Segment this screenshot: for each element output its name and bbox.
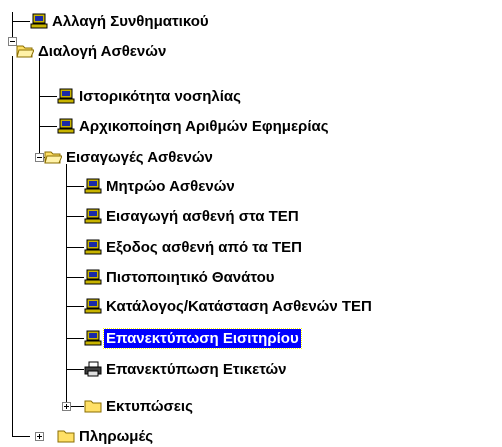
tree-line [66,369,84,370]
collapse-toggle[interactable] [35,153,44,162]
computer-icon [57,118,75,134]
tree-item-patient-entries[interactable]: Εισαγωγές Ασθενών [44,146,215,168]
computer-icon [84,178,102,194]
tree-item-label: Κατάλογος/Κατάσταση Ασθενών ΤΕΠ [106,297,372,315]
tree-line [39,96,57,97]
tree-item-label-selected: Επανεκτύπωση Εισιτηρίου [103,327,302,349]
folder-icon [57,430,75,443]
tree-line [12,56,13,436]
tree-line [39,58,40,158]
tree-item-label: Εισαγωγή ασθενή στα ΤΕΠ [106,207,299,225]
tree-item-label: Εξοδος ασθενή από τα ΤΕΠ [106,238,302,256]
computer-icon [57,88,75,104]
tree-item-patient-entry-tep[interactable]: Εισαγωγή ασθενή στα ΤΕΠ [84,205,301,227]
tree-item-label: Εκτυπώσεις [106,397,193,415]
tree-item-payments[interactable]: Πληρωμές [57,425,155,447]
expand-toggle[interactable] [62,402,71,411]
open-folder-icon [44,151,62,164]
tree-item-label: Μητρώο Ασθενών [106,177,235,195]
computer-icon [84,239,102,255]
tree-item-patient-dialog[interactable]: Διαλογή Ασθενών [16,40,168,62]
computer-icon [84,269,102,285]
tree-line [39,126,57,127]
folder-icon [84,400,102,413]
tree-line [12,436,30,437]
tree-item-label: Αλλαγή Συνθηματικού [52,12,209,30]
printer-icon [84,361,102,377]
tree-item-printouts[interactable]: Εκτυπώσεις [84,395,195,417]
tree-item-death-certificate[interactable]: Πιστοποιητικό Θανάτου [84,266,277,288]
tree-item-label: Εισαγωγές Ασθενών [66,148,213,166]
tree-item-reprint-labels[interactable]: Επανεκτύπωση Ετικετών [84,358,289,380]
expand-toggle[interactable] [35,432,44,441]
tree-item-patient-exit-tep[interactable]: Εξοδος ασθενή από τα ΤΕΠ [84,236,304,258]
tree-line [66,306,84,307]
tree-line [66,277,84,278]
tree-item-label: Αρχικοποίηση Αριθμών Εφημερίας [79,117,329,135]
tree-item-patient-registry[interactable]: Μητρώο Ασθενών [84,175,237,197]
tree-item-patient-list-tep[interactable]: Κατάλογος/Κατάσταση Ασθενών ΤΕΠ [84,295,374,317]
tree-line [12,21,30,22]
tree-line [66,338,84,339]
tree-item-label: Επανεκτύπωση Ετικετών [106,360,287,378]
computer-icon [84,298,102,314]
tree-item-hospitalization-history[interactable]: Ιστορικότητα νοσηλίας [57,85,243,107]
tree-item-reprint-ticket[interactable]: Επανεκτύπωση Εισιτηρίου [84,327,302,349]
tree-line [66,216,84,217]
tree-view[interactable]: Αλλαγή Συνθηματικού Διαλογή Ασθενών Ιστο… [0,0,502,445]
computer-icon [30,13,48,29]
tree-line [66,247,84,248]
open-folder-icon [16,45,34,58]
computer-icon [84,330,102,346]
tree-item-change-password[interactable]: Αλλαγή Συνθηματικού [30,10,211,32]
tree-item-label: Διαλογή Ασθενών [38,42,167,60]
tree-item-label: Ιστορικότητα νοσηλίας [79,87,241,105]
computer-icon [84,208,102,224]
tree-item-label: Πιστοποιητικό Θανάτου [106,268,275,286]
tree-line [66,186,84,187]
tree-item-init-duty-numbers[interactable]: Αρχικοποίηση Αριθμών Εφημερίας [57,115,331,137]
